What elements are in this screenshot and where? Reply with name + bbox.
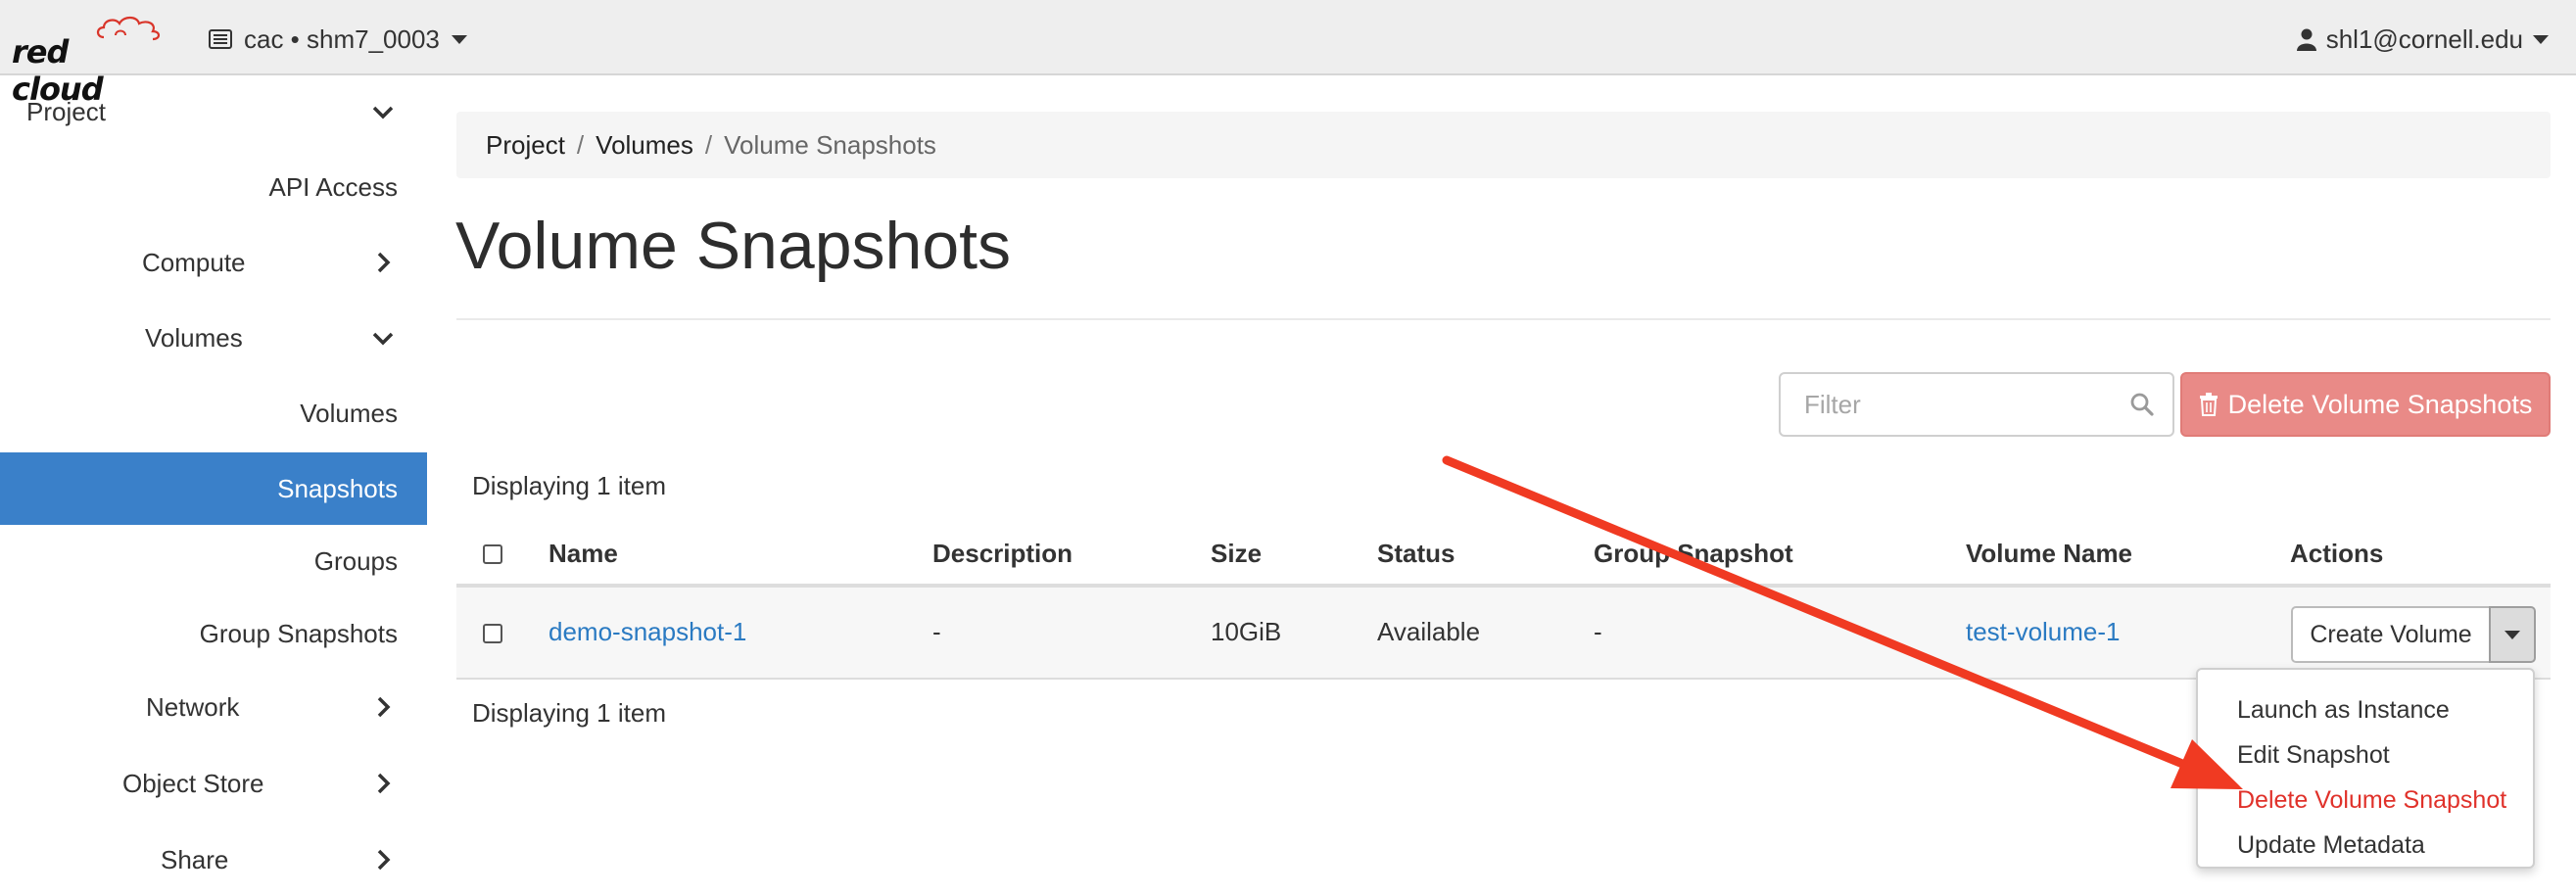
project-label: cac • shm7_0003 <box>244 24 440 54</box>
sidebar-item-label: Network <box>146 691 240 722</box>
snapshot-name-link[interactable]: demo-snapshot-1 <box>549 617 746 647</box>
sidebar-item-api-access[interactable]: API Access <box>0 151 427 223</box>
chevron-right-icon <box>377 773 391 794</box>
sidebar-item-label: Snapshots <box>277 473 398 503</box>
breadcrumb-project[interactable]: Project <box>486 130 565 161</box>
chevron-right-icon <box>377 849 391 871</box>
sidebar-item-volumes[interactable]: Volumes <box>0 377 427 449</box>
column-header-description[interactable]: Description <box>932 539 1073 569</box>
delete-volume-snapshots-button[interactable]: Delete Volume Snapshots <box>2180 372 2551 437</box>
sidebar-item-label: Volumes <box>300 398 398 428</box>
snapshot-status: Available <box>1377 617 1481 646</box>
caret-down-icon <box>2533 34 2549 44</box>
breadcrumb-current: Volume Snapshots <box>724 129 936 160</box>
sidebar-item-share[interactable]: Share <box>0 824 427 896</box>
red-cloud-logo[interactable]: red cloud <box>12 12 164 108</box>
sidebar-item-project[interactable]: Project <box>0 75 427 148</box>
volume-name-link[interactable]: test-volume-1 <box>1966 617 2121 647</box>
top-navbar: red cloud cac • shm7_0003 shl1@cornell.e… <box>0 0 2576 108</box>
sidebar-item-snapshots[interactable]: Snapshots <box>0 452 427 525</box>
search-icon[interactable] <box>2129 392 2155 417</box>
project-switcher[interactable]: cac • shm7_0003 <box>209 20 467 59</box>
delete-button-label: Delete Volume Snapshots <box>2227 389 2533 419</box>
menu-item-delete-volume-snapshot[interactable]: Delete Volume Snapshot <box>2237 786 2506 815</box>
page-title: Volume Snapshots <box>455 209 1012 283</box>
column-header-size[interactable]: Size <box>1211 539 1262 569</box>
filter-input[interactable] <box>1781 374 2114 435</box>
item-count-bottom: Displaying 1 item <box>472 698 666 728</box>
chevron-down-icon <box>372 332 394 346</box>
sidebar-item-label: Group Snapshots <box>199 618 398 648</box>
column-header-name[interactable]: Name <box>549 539 618 569</box>
sidebar-item-label: Share <box>161 844 229 874</box>
column-header-group-snapshot[interactable]: Group Snapshot <box>1594 539 1793 569</box>
chevron-right-icon <box>377 696 391 718</box>
caret-down-icon <box>451 34 467 44</box>
sidebar-item-object-store[interactable]: Object Store <box>0 747 427 820</box>
create-volume-button[interactable]: Create Volume <box>2291 606 2491 663</box>
actions-dropdown-toggle[interactable] <box>2489 606 2536 663</box>
sidebar-item-groups[interactable]: Groups <box>0 525 427 597</box>
caret-down-icon <box>2504 630 2520 639</box>
column-header-volume-name[interactable]: Volume Name <box>1966 539 2132 569</box>
filter-field[interactable] <box>1779 372 2174 437</box>
table-row: demo-snapshot-1 - 10GiB Available - test… <box>456 588 2551 680</box>
sidebar-item-label: Compute <box>142 247 246 277</box>
sidebar-item-group-snapshots[interactable]: Group Snapshots <box>0 597 427 670</box>
table-header: Name Description Size Status Group Snaps… <box>456 523 2551 588</box>
item-count-top: Displaying 1 item <box>472 471 666 500</box>
select-all-checkbox[interactable] <box>483 544 502 564</box>
menu-item-update-metadata[interactable]: Update Metadata <box>2237 831 2425 860</box>
chevron-down-icon <box>372 106 394 119</box>
snapshot-description: - <box>932 617 941 646</box>
sidebar-item-label: Groups <box>313 545 398 576</box>
sidebar-item-label: API Access <box>268 171 399 202</box>
user-menu[interactable]: shl1@cornell.edu <box>2296 20 2549 59</box>
sidebar-item-label: Volumes <box>145 322 243 353</box>
column-header-status[interactable]: Status <box>1377 539 1455 569</box>
menu-item-launch-as-instance[interactable]: Launch as Instance <box>2237 696 2450 725</box>
user-icon <box>2296 28 2316 51</box>
breadcrumb-separator: / <box>576 129 585 160</box>
sidebar-item-compute[interactable]: Compute <box>0 226 427 299</box>
breadcrumb-volumes[interactable]: Volumes <box>596 130 693 161</box>
row-checkbox[interactable] <box>483 624 502 643</box>
snapshot-size: 10GiB <box>1211 617 1282 646</box>
snapshot-group: - <box>1594 617 1602 646</box>
chevron-right-icon <box>377 252 391 273</box>
row-actions-menu: Launch as Instance Edit Snapshot Delete … <box>2196 668 2535 869</box>
breadcrumb: Project / Volumes / Volume Snapshots <box>456 112 2551 178</box>
user-email: shl1@cornell.edu <box>2325 24 2523 54</box>
sidebar-item-label: Project <box>26 96 106 126</box>
sidebar-item-label: Object Store <box>122 768 264 798</box>
title-divider <box>456 318 2551 320</box>
sidebar: Project API Access Compute Volumes Volum… <box>0 75 427 881</box>
sidebar-item-network[interactable]: Network <box>0 671 427 743</box>
column-header-actions: Actions <box>2290 539 2384 568</box>
trash-icon <box>2199 393 2218 416</box>
server-list-icon <box>209 29 232 49</box>
sidebar-item-volumes-group[interactable]: Volumes <box>0 302 427 374</box>
breadcrumb-separator: / <box>704 129 713 160</box>
menu-item-edit-snapshot[interactable]: Edit Snapshot <box>2237 741 2390 770</box>
